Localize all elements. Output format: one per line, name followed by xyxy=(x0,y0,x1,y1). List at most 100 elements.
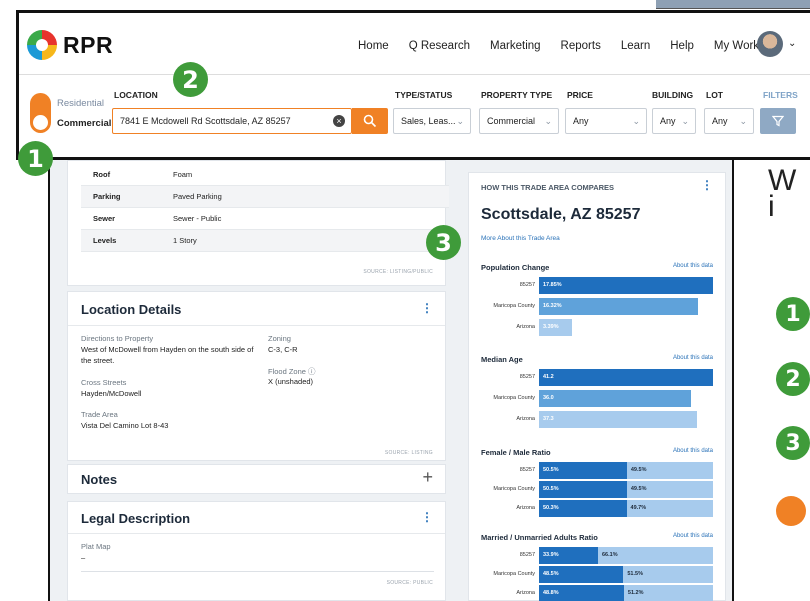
search-button[interactable] xyxy=(352,108,388,134)
row-value: Foam xyxy=(173,170,193,179)
avatar[interactable] xyxy=(757,31,783,57)
lot-select[interactable]: Any ⌄ xyxy=(704,108,754,134)
bar: 37.3 xyxy=(539,411,697,428)
brand-name: RPR xyxy=(63,31,114,58)
chart-row: Arizona 37.3 xyxy=(469,411,727,428)
side-callout-1: 1 xyxy=(776,297,810,331)
bar-segment-secondary: 51.5% xyxy=(623,566,713,583)
plat-map-value: – xyxy=(81,553,86,562)
table-row: Roof Foam xyxy=(81,164,449,186)
bar: 36.0 xyxy=(539,390,692,407)
category-label: Maricopa County xyxy=(493,571,535,577)
bar-segment-primary: 50.3% xyxy=(539,500,627,517)
chart-row: Maricopa County 16.32% xyxy=(469,298,727,315)
source-note: SOURCE: LISTING xyxy=(384,450,433,456)
nav-marketing[interactable]: Marketing xyxy=(490,40,541,52)
category-label: Maricopa County xyxy=(493,486,535,492)
chart-title: Female / Male Ratio xyxy=(481,448,551,457)
about-data-link[interactable]: About this data xyxy=(673,448,713,454)
chevron-down-icon: ⌄ xyxy=(632,116,640,126)
expand-icon[interactable]: + xyxy=(422,467,433,488)
chart-title: Married / Unmarried Adults Ratio xyxy=(481,533,598,542)
chart-row: 85257 41.2 xyxy=(469,369,727,386)
chart-title: Median Age xyxy=(481,355,523,364)
search-header-panel xyxy=(16,10,810,160)
chart-row: Arizona 3.39% xyxy=(469,319,727,336)
property-details-card: Roof Foam Parking Paved Parking Sewer Sewer… xyxy=(67,160,449,286)
property-content: Roof Foam Parking Paved Parking Sewer Sewer… xyxy=(48,160,734,601)
about-data-link[interactable]: About this data xyxy=(673,263,713,269)
lot-value: Any xyxy=(712,116,728,126)
chevron-down-icon[interactable]: ⌄ xyxy=(788,38,796,49)
bar: 3.39% xyxy=(539,319,573,336)
rpr-logo[interactable]: RPR xyxy=(27,30,113,60)
bar-segment-secondary: 51.2% xyxy=(623,585,713,601)
location-details-title: Location Details xyxy=(81,302,182,317)
rpr-logo-icon xyxy=(27,30,57,60)
directions-value: West of McDowell from Hayden on the sout… xyxy=(81,345,254,365)
chart-row: 85257 33.9% 66.1% xyxy=(469,547,727,564)
more-about-link[interactable]: More About this Trade Area xyxy=(481,235,560,242)
trade-area-card: HOW THIS TRADE AREA COMPARES ⋮ Scottsdal… xyxy=(468,172,726,601)
trade-area-header: HOW THIS TRADE AREA COMPARES xyxy=(481,183,615,192)
property-type-value: Commercial xyxy=(487,116,536,126)
details-table: Roof Foam Parking Paved Parking Sewer Sewer… xyxy=(81,164,449,252)
nav-home[interactable]: Home xyxy=(358,40,389,52)
about-data-link[interactable]: About this data xyxy=(673,533,713,539)
more-icon[interactable]: ⋮ xyxy=(701,178,713,192)
flood-zone-value: X (unshaded) xyxy=(268,377,314,386)
table-row: Parking Paved Parking xyxy=(81,186,449,208)
bar-segment-primary: 50.5% xyxy=(539,481,627,498)
commercial-label[interactable]: Commercial xyxy=(57,118,111,129)
row-value: Sewer - Public xyxy=(173,214,222,223)
table-row: Levels 1 Story xyxy=(81,230,449,252)
chevron-down-icon: ⌄ xyxy=(681,116,689,126)
side-heading: Wi xyxy=(768,166,796,223)
top-nav: Home Q Research Marketing Reports Learn … xyxy=(358,40,779,52)
category-label: Arizona xyxy=(516,590,535,596)
residential-label[interactable]: Residential xyxy=(57,98,104,109)
callout-2: 2 xyxy=(173,62,208,97)
nav-research[interactable]: Q Research xyxy=(409,40,470,52)
building-select[interactable]: Any ⌄ xyxy=(652,108,696,134)
clear-icon[interactable]: × xyxy=(333,115,345,127)
row-key: Roof xyxy=(93,170,111,179)
price-value: Any xyxy=(573,116,589,126)
side-callout-2: 2 xyxy=(776,362,810,396)
category-label: 85257 xyxy=(519,552,535,558)
chevron-down-icon: ⌄ xyxy=(456,116,464,126)
location-input[interactable]: 7841 E Mcdowell Rd Scottsdale, AZ 85257 … xyxy=(112,108,352,134)
cross-streets-label: Cross Streets xyxy=(81,378,127,387)
source-note: SOURCE: LISTING/PUBLIC xyxy=(363,269,433,275)
about-data-link[interactable]: About this data xyxy=(673,355,713,361)
nav-my-work[interactable]: My Work xyxy=(714,40,759,52)
building-value: Any xyxy=(660,116,676,126)
row-value: Paved Parking xyxy=(173,192,222,201)
more-icon[interactable]: ⋮ xyxy=(421,510,433,524)
category-label: 85257 xyxy=(519,467,535,473)
price-select[interactable]: Any ⌄ xyxy=(565,108,647,134)
plat-map-label: Plat Map xyxy=(81,542,111,551)
legal-description-title: Legal Description xyxy=(81,511,191,526)
bar: 16.32% xyxy=(539,298,699,315)
property-type-label: PROPERTY TYPE xyxy=(481,90,553,100)
residential-commercial-toggle[interactable] xyxy=(30,93,51,133)
notes-card[interactable]: Notes + xyxy=(67,464,446,494)
callout-1: 1 xyxy=(18,141,53,176)
type-status-select[interactable]: Sales, Leas... ⌄ xyxy=(393,108,471,134)
bar-segment-primary: 48.5% xyxy=(539,566,624,583)
property-type-select[interactable]: Commercial ⌄ xyxy=(479,108,559,134)
nav-learn[interactable]: Learn xyxy=(621,40,650,52)
side-heading-line2: i xyxy=(768,190,775,223)
bar: 17.85% xyxy=(539,277,713,294)
chevron-down-icon: ⌄ xyxy=(739,116,747,126)
zoning-value: C-3, C-R xyxy=(268,345,298,354)
zoning-label: Zoning xyxy=(268,334,291,343)
more-icon[interactable]: ⋮ xyxy=(421,301,433,315)
category-label: 85257 xyxy=(519,374,535,380)
category-label: Maricopa County xyxy=(493,395,535,401)
row-key: Levels xyxy=(93,236,117,245)
filters-button[interactable] xyxy=(760,108,796,134)
nav-reports[interactable]: Reports xyxy=(561,40,601,52)
nav-help[interactable]: Help xyxy=(670,40,694,52)
